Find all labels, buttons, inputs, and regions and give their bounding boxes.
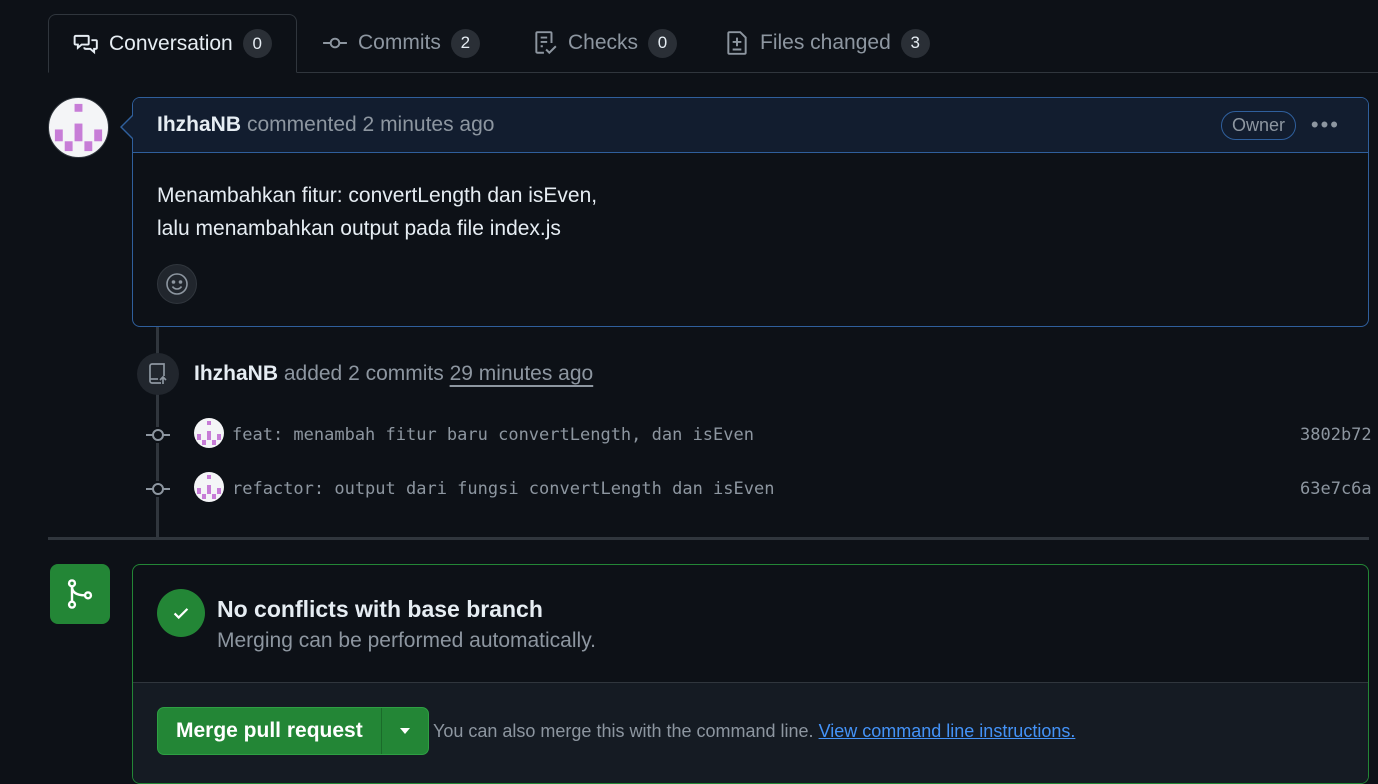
avatar[interactable]: [48, 97, 109, 158]
event-time-link[interactable]: 29 minutes ago: [450, 362, 594, 385]
merge-actions: Merge pull request You can also merge th…: [133, 683, 1368, 783]
tab-counter: 0: [648, 28, 678, 58]
tab-checks[interactable]: Checks 0: [532, 14, 678, 72]
comment-box: IhzhaNB commented 2 minutes ago Owner ••…: [132, 97, 1369, 327]
comment-author[interactable]: IhzhaNB: [157, 113, 241, 137]
commits-event: IhzhaNB added 2 commits 29 minutes ago: [194, 362, 593, 386]
owner-badge: Owner: [1220, 111, 1296, 140]
comment-body-line: Menambahkan fitur: convertLength dan isE…: [157, 184, 598, 207]
tab-label: Files changed: [760, 31, 891, 54]
identicon-icon: [197, 421, 221, 445]
check-icon: [173, 608, 189, 620]
merge-button-group: Merge pull request: [157, 707, 429, 755]
comment-body: Menambahkan fitur: convertLength dan isE…: [133, 153, 1368, 245]
file-diff-icon: [727, 31, 747, 55]
tab-counter: 0: [242, 29, 272, 58]
commit-message-link[interactable]: refactor: output dari fungsi convertLeng…: [232, 479, 774, 499]
commit-avatar[interactable]: [194, 418, 224, 448]
identicon-icon: [54, 103, 103, 152]
kebab-menu-icon[interactable]: •••: [1311, 112, 1340, 138]
comment-discussion-icon: [73, 34, 98, 54]
tab-conversation[interactable]: Conversation 0: [48, 14, 297, 73]
checklist-icon: [535, 31, 557, 55]
merge-status-badge: [50, 564, 110, 624]
event-action: added 2 commits: [283, 362, 444, 385]
timeline-divider: [48, 537, 1369, 540]
tab-counter: 3: [900, 28, 930, 58]
repo-push-icon: [149, 363, 167, 384]
triangle-down-icon: [399, 728, 410, 734]
commit-sha-link[interactable]: 3802b72: [1300, 425, 1372, 445]
commit-message-link[interactable]: feat: menambah fitur baru convertLength,…: [232, 425, 754, 445]
tab-files-changed[interactable]: Files changed 3: [724, 14, 930, 72]
merge-status-title: No conflicts with base branch: [217, 596, 543, 622]
add-reaction-button[interactable]: [157, 264, 197, 304]
tab-commits[interactable]: Commits 2: [322, 14, 480, 72]
merge-status: No conflicts with base branch Merging ca…: [133, 565, 1368, 683]
comment-timestamp: commented 2 minutes ago: [247, 113, 495, 136]
git-commit-icon: [323, 37, 347, 49]
tab-label: Commits: [358, 31, 441, 54]
check-circle-icon: [157, 589, 205, 637]
comment-body-line: lalu menambahkan output pada file index.…: [157, 217, 561, 240]
command-line-instructions-link[interactable]: View command line instructions.: [819, 721, 1076, 741]
merge-status-subtitle: Merging can be performed automatically.: [217, 629, 596, 652]
tab-label: Conversation: [109, 31, 233, 55]
command-line-hint: You can also merge this with the command…: [433, 721, 1075, 742]
merge-pull-request-button[interactable]: Merge pull request: [158, 708, 381, 754]
merge-box: No conflicts with base branch Merging ca…: [132, 564, 1369, 784]
comment-caret-inner: [122, 116, 133, 138]
git-commit-icon: [145, 427, 171, 443]
comment-header: IhzhaNB commented 2 minutes ago Owner ••…: [133, 98, 1368, 153]
hint-text: You can also merge this with the command…: [433, 721, 814, 741]
merge-options-dropdown[interactable]: [382, 708, 428, 754]
tab-counter: 2: [450, 28, 480, 58]
commit-avatar[interactable]: [194, 472, 224, 502]
smiley-icon: [166, 273, 188, 295]
tab-label: Checks: [568, 31, 639, 54]
git-commit-icon: [145, 481, 171, 497]
timeline-badge: [137, 353, 179, 395]
event-author[interactable]: IhzhaNB: [194, 362, 278, 385]
commit-sha-link[interactable]: 63e7c6a: [1300, 479, 1372, 499]
git-merge-icon: [67, 579, 93, 609]
identicon-icon: [197, 475, 221, 499]
